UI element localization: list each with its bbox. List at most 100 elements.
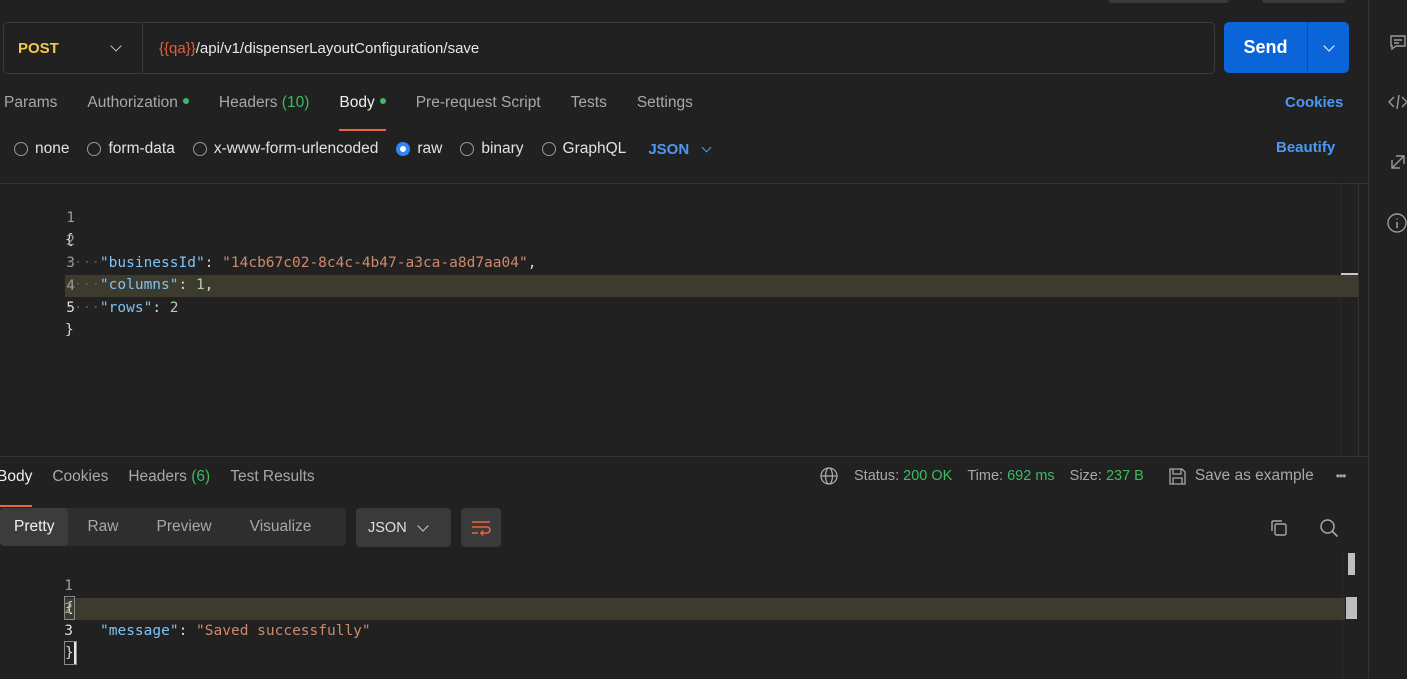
tab-pre-request-script[interactable]: Pre-request Script <box>416 93 541 129</box>
radio-circle-selected <box>396 142 411 156</box>
response-tab-test-results[interactable]: Test Results <box>230 468 314 498</box>
status-dot <box>182 98 189 105</box>
response-format-label: JSON <box>368 519 407 536</box>
line-number: 5 <box>66 300 75 316</box>
view-preview[interactable]: Preview <box>138 508 231 546</box>
radio-x-www-form-urlencoded[interactable]: x-www-form-urlencoded <box>192 140 379 158</box>
tab-params[interactable]: Params <box>4 93 57 129</box>
json-key: "message" <box>100 623 179 639</box>
line-number: 2 <box>64 601 73 617</box>
json-number: 2 <box>169 300 179 316</box>
radio-circle <box>14 142 28 156</box>
radio-none[interactable]: none <box>14 140 69 158</box>
json-key: "rows" <box>99 300 153 316</box>
response-tab-cookies[interactable]: Cookies <box>52 468 108 498</box>
tab-label: Authorization <box>87 94 178 111</box>
method-select[interactable]: POST <box>4 23 143 73</box>
related-collections-icon[interactable] <box>1388 152 1407 172</box>
tab-settings[interactable]: Settings <box>637 93 693 129</box>
url-input[interactable]: {{qa}}/api/v1/dispenserLayoutConfigurati… <box>143 40 479 57</box>
response-view-selector: Pretty Raw Preview Visualize <box>0 508 346 546</box>
body-type-selector: none form-data x-www-form-urlencoded raw… <box>14 137 712 161</box>
method-label: POST <box>18 39 59 57</box>
json-number: 1 <box>195 277 205 293</box>
sidebar-divider <box>1368 0 1369 679</box>
view-pretty[interactable]: Pretty <box>0 508 69 546</box>
headers-count: (6) <box>191 468 211 485</box>
chevron-down-icon <box>417 519 429 532</box>
response-format-select[interactable]: JSON <box>356 508 451 547</box>
request-body-editor[interactable]: 1 { 2 ····"businessId": "14cb67c02-8c4c-… <box>0 185 1358 455</box>
code-text: } <box>65 322 74 338</box>
send-button[interactable]: Send <box>1224 22 1308 73</box>
save-icon <box>1168 467 1187 486</box>
cookies-link[interactable]: Cookies <box>1285 94 1343 111</box>
tab-label: Settings <box>636 94 693 111</box>
radio-binary[interactable]: binary <box>460 140 524 158</box>
code-text: } <box>64 641 77 665</box>
chevron-down-icon <box>1322 39 1335 52</box>
copy-icon[interactable] <box>1268 517 1290 539</box>
response-body-viewer[interactable]: 1 { 2 "message": "Saved successfully" 3 … <box>0 553 1358 679</box>
tab-tests[interactable]: Tests <box>571 93 607 129</box>
time-label: Time: <box>967 468 1004 484</box>
response-status-bar: Status: 200 OK Time: 692 ms Size: 237 B … <box>819 466 1347 486</box>
response-divider <box>0 456 1368 457</box>
search-icon[interactable] <box>1318 517 1340 539</box>
radio-circle <box>541 142 556 156</box>
status-label: Status: <box>854 468 900 484</box>
tab-label: Cookies <box>52 468 109 485</box>
status-value[interactable]: 200 OK <box>903 468 952 484</box>
tab-body[interactable]: Body <box>339 93 387 131</box>
toolbar-stub <box>1262 0 1345 3</box>
json-key: "columns" <box>99 277 179 293</box>
radio-graphql[interactable]: GraphQL <box>541 140 626 158</box>
tab-label: Test Results <box>230 468 315 485</box>
beautify-link[interactable]: Beautify <box>1276 139 1335 156</box>
response-tab-body[interactable]: Body <box>0 468 33 507</box>
chevron-down-icon <box>701 142 712 152</box>
url-path: /api/v1/dispenserLayoutConfiguration/sav… <box>195 39 480 57</box>
code-icon[interactable] <box>1388 92 1407 112</box>
body-format-select[interactable]: JSON <box>648 140 712 158</box>
radio-label: x-www-form-urlencoded <box>213 140 379 157</box>
code-line: 1 { <box>0 185 75 248</box>
view-visualize[interactable]: Visualize <box>231 508 331 546</box>
line-number: 1 <box>66 210 75 226</box>
radio-label: raw <box>417 140 443 157</box>
radio-circle <box>192 142 207 156</box>
more-options-button[interactable]: ••• <box>1336 469 1347 483</box>
url-variable: {{qa}} <box>159 39 196 57</box>
line-number: 2 <box>66 233 75 249</box>
tab-label: Body <box>0 468 33 485</box>
radio-raw[interactable]: raw <box>396 140 442 158</box>
json-string: "Saved successfully" <box>196 623 371 639</box>
radio-form-data[interactable]: form-data <box>87 140 175 158</box>
size-value[interactable]: 237 B <box>1106 468 1144 484</box>
tab-label: Headers <box>218 94 278 111</box>
line-number: 3 <box>64 623 73 639</box>
tab-authorization[interactable]: Authorization <box>87 93 189 129</box>
code-line: 4 ····"rows": 2 <box>0 253 179 316</box>
json-string: "14cb67c02-8c4c-4b47-a3ca-a8d7aa04" <box>222 255 528 271</box>
line-number: 3 <box>66 255 75 271</box>
code-line: 2 "message": "Saved successfully" <box>0 576 370 639</box>
time-value[interactable]: 692 ms <box>1007 468 1055 484</box>
body-format-label: JSON <box>648 140 690 158</box>
send-group: Send <box>1224 22 1349 73</box>
send-options-button[interactable] <box>1308 22 1349 73</box>
json-key: "businessId" <box>99 255 205 271</box>
code-line: 1 { <box>0 553 75 620</box>
globe-icon[interactable] <box>819 466 839 486</box>
tab-headers[interactable]: Headers (10) <box>219 93 309 129</box>
line-number: 1 <box>64 578 73 594</box>
response-tab-headers[interactable]: Headers (6) <box>128 468 210 498</box>
status-dot <box>379 98 386 105</box>
comments-icon[interactable] <box>1388 33 1407 53</box>
wrap-lines-button[interactable] <box>461 508 501 547</box>
radio-circle <box>87 142 102 156</box>
tab-label: Headers <box>128 468 187 485</box>
save-as-example-button[interactable]: Save as example <box>1195 467 1314 485</box>
info-icon[interactable] <box>1386 212 1407 234</box>
view-raw[interactable]: Raw <box>68 508 137 546</box>
